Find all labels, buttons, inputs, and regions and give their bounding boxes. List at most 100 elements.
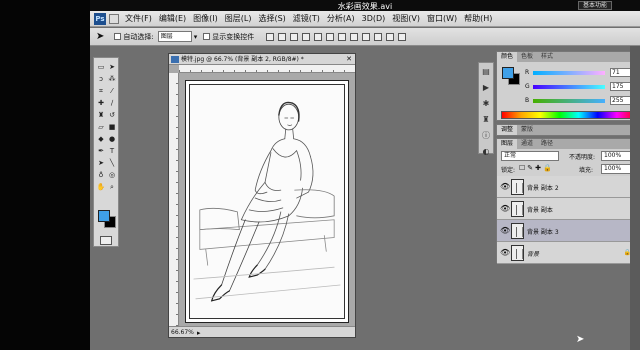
auto-select-checkbox[interactable] (114, 33, 122, 40)
distribute-bottom-icon[interactable] (362, 32, 371, 41)
blur-tool-icon[interactable]: ◆ (96, 134, 106, 144)
tab-layers[interactable]: 图层 (497, 139, 518, 149)
foreground-color-swatch[interactable] (502, 67, 514, 79)
blue-channel-label: B (525, 97, 530, 104)
distribute-right-icon[interactable] (398, 32, 407, 41)
distribute-left-icon[interactable] (374, 32, 383, 41)
eyedropper-icon[interactable]: ⁄ (107, 86, 117, 96)
move-tool-icon[interactable]: ➤ (96, 31, 104, 42)
color-spectrum[interactable] (501, 111, 637, 119)
eraser-tool-icon[interactable]: ▱ (96, 122, 106, 132)
menu-edit[interactable]: 编辑(E) (159, 13, 186, 24)
layer-name: 背景 副本 2 (527, 185, 559, 192)
layer-row-selected[interactable]: 👁 背景 副本 3 (497, 220, 639, 242)
tab-adjustments[interactable]: 调整 (497, 125, 518, 135)
menu-filter[interactable]: 滤镜(T) (293, 13, 320, 24)
info-icon[interactable]: ⓘ (481, 131, 491, 141)
crop-tool-icon[interactable]: ⌗ (96, 86, 106, 96)
menu-layer[interactable]: 图层(L) (225, 13, 252, 24)
hand-tool-icon[interactable]: ✋ (96, 182, 106, 192)
align-bottom-icon[interactable] (290, 32, 299, 41)
menu-3d[interactable]: 3D(D) (362, 14, 386, 23)
move-tool-icon[interactable]: ➤ (107, 62, 117, 72)
menu-analysis[interactable]: 分析(A) (327, 13, 355, 24)
image-canvas[interactable] (185, 80, 349, 323)
navigator-icon[interactable]: ◐ (481, 147, 491, 157)
zoom-level[interactable]: 66.67% (171, 329, 194, 336)
type-tool-icon[interactable]: T (107, 146, 117, 156)
tab-styles[interactable]: 样式 (537, 52, 557, 62)
gradient-tool-icon[interactable]: ■ (107, 122, 117, 132)
brushes-icon[interactable]: ✱ (481, 99, 491, 109)
align-middle-icon[interactable] (278, 32, 287, 41)
green-slider[interactable] (533, 85, 605, 89)
tab-color[interactable]: 颜色 (497, 52, 518, 62)
blend-mode-dropdown[interactable]: 正常 (501, 151, 559, 161)
menu-help[interactable]: 帮助(H) (464, 13, 492, 24)
auto-select-dropdown[interactable]: 图层 (157, 31, 192, 42)
tab-swatches[interactable]: 色板 (517, 52, 537, 62)
layer-row[interactable]: 👁 背景 🔒 (497, 242, 639, 264)
brush-tool-icon[interactable]: ∕ (107, 98, 117, 108)
tab-channels[interactable]: 通道 (517, 139, 537, 149)
shape-tool-icon[interactable]: ╲ (107, 158, 117, 168)
bridge-icon[interactable] (109, 13, 119, 24)
align-left-icon[interactable] (302, 32, 311, 41)
options-bar: ➤ 自动选择: 图层 ▾ 显示变换控件 (90, 28, 640, 46)
chevron-down-icon[interactable]: ▾ (194, 33, 198, 41)
menu-image[interactable]: 图像(I) (193, 13, 218, 24)
menu-select[interactable]: 选择(S) (258, 13, 285, 24)
fill-field[interactable]: 100% (601, 164, 631, 174)
red-slider[interactable] (533, 71, 605, 75)
blue-slider[interactable] (533, 99, 605, 103)
status-menu-icon[interactable]: ▸ (197, 328, 201, 339)
layer-row[interactable]: 👁 背景 副本 (497, 198, 639, 220)
path-select-icon[interactable]: ➤ (96, 158, 106, 168)
workspace-button[interactable]: 基本功能 (577, 1, 612, 10)
align-right-icon[interactable] (326, 32, 335, 41)
dodge-tool-icon[interactable]: ● (107, 134, 117, 144)
ps-logo: Ps (94, 12, 106, 25)
lasso-tool-icon[interactable]: ↄ (96, 74, 106, 84)
clone-stamp-icon[interactable]: ♜ (96, 110, 106, 120)
document-title-bar[interactable]: 模特.jpg @ 66.7% (背景 副本 2, RGB/8#) * ✕ (169, 54, 355, 65)
pen-tool-icon[interactable]: ✒ (96, 146, 106, 156)
magic-wand-icon[interactable]: ⁂ (107, 74, 117, 84)
history-icon[interactable]: ▤ (481, 67, 491, 77)
zoom-tool-icon[interactable]: ⌕ (107, 182, 117, 192)
close-icon[interactable]: ✕ (346, 54, 352, 64)
menu-view[interactable]: 视图(V) (392, 13, 420, 24)
clone-source-icon[interactable]: ♜ (481, 115, 491, 125)
distribute-top-icon[interactable] (338, 32, 347, 41)
video-title-bar: 水彩画效果.avi 基本功能 (90, 0, 640, 11)
horizontal-ruler[interactable] (179, 65, 355, 73)
distribute-center-icon[interactable] (386, 32, 395, 41)
actions-icon[interactable]: ▶ (481, 83, 491, 93)
quick-mask-icon[interactable] (100, 236, 112, 245)
align-center-icon[interactable] (314, 32, 323, 41)
foreground-color-swatch[interactable] (98, 210, 110, 222)
marquee-tool-icon[interactable]: ▭ (96, 62, 106, 72)
layer-list: 👁 背景 副本 2 👁 背景 副本 👁 背景 副本 3 👁 背景 🔒 (497, 176, 639, 264)
tab-paths[interactable]: 路径 (537, 139, 557, 149)
menu-window[interactable]: 窗口(W) (427, 13, 457, 24)
visibility-eye-icon[interactable]: 👁 (500, 204, 510, 213)
3d-orbit-icon[interactable]: ◎ (107, 170, 117, 180)
vertical-ruler[interactable] (169, 73, 179, 326)
healing-brush-icon[interactable]: ✚ (96, 98, 106, 108)
layer-options-row: 正常 不透明度: 100% (497, 150, 639, 162)
visibility-eye-icon[interactable]: 👁 (500, 248, 510, 257)
lock-buttons[interactable]: ☐✎✚🔒 (519, 164, 554, 172)
fill-label: 填充: (579, 167, 594, 174)
align-top-icon[interactable] (266, 32, 275, 41)
show-transform-checkbox[interactable] (203, 33, 211, 40)
layer-row[interactable]: 👁 背景 副本 2 (497, 176, 639, 198)
distribute-middle-icon[interactable] (350, 32, 359, 41)
visibility-eye-icon[interactable]: 👁 (500, 182, 510, 191)
visibility-eye-icon[interactable]: 👁 (500, 226, 510, 235)
menu-file[interactable]: 文件(F) (125, 13, 152, 24)
tab-masks[interactable]: 蒙版 (517, 125, 537, 135)
history-brush-icon[interactable]: ↺ (107, 110, 117, 120)
opacity-field[interactable]: 100% (601, 151, 631, 161)
3d-rotate-icon[interactable]: ♁ (96, 170, 106, 180)
